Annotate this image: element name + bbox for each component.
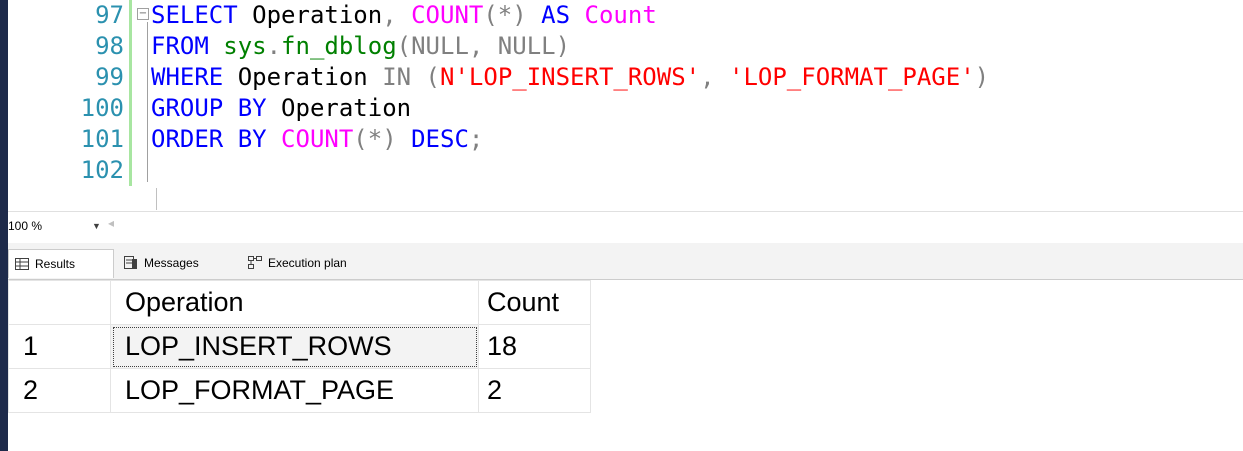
results-grid[interactable]: Operation Count 1 LOP_INSERT_ROWS 18 2 L… [8, 280, 591, 413]
code-line[interactable]: 99 WHERE Operation IN (N'LOP_INSERT_ROWS'… [8, 62, 1243, 93]
code-text: ORDER BY COUNT(*) DESC; [151, 125, 484, 153]
execution-plan-icon [248, 256, 262, 269]
change-marker [129, 62, 132, 93]
code-line[interactable]: 98 FROM sys.fn_dblog(NULL, NULL) [8, 31, 1243, 62]
tab-messages[interactable]: Messages [118, 250, 238, 276]
tab-results-label: Results [35, 257, 76, 271]
change-marker [129, 93, 132, 124]
messages-icon [124, 256, 137, 269]
count-cell[interactable]: 2 [478, 368, 591, 413]
chevron-down-icon: ▼ [92, 221, 101, 231]
tab-execution-plan[interactable]: Execution plan [242, 250, 392, 276]
grid-header-row: Operation Count [8, 280, 591, 325]
results-tab-strip: Results Messages Execution plan [8, 243, 1243, 280]
table-row[interactable]: 2 LOP_FORMAT_PAGE 2 [8, 368, 591, 413]
column-header-operation[interactable]: Operation [110, 280, 479, 325]
line-number: 100 [80, 94, 124, 122]
row-number[interactable]: 1 [8, 324, 111, 369]
change-marker [129, 0, 132, 31]
scroll-left-icon[interactable]: ◂ [108, 216, 114, 230]
code-text: GROUP BY Operation [151, 94, 412, 122]
tab-execution-plan-label: Execution plan [268, 256, 347, 270]
operation-cell[interactable]: LOP_INSERT_ROWS [110, 324, 479, 369]
count-cell[interactable]: 18 [478, 324, 591, 369]
change-marker [129, 31, 132, 62]
line-number: 97 [95, 1, 124, 29]
results-grid-panel[interactable]: Operation Count 1 LOP_INSERT_ROWS 18 2 L… [8, 280, 1243, 451]
change-marker [129, 155, 132, 186]
code-line[interactable]: 101 ORDER BY COUNT(*) DESC; [8, 124, 1243, 155]
zoom-dropdown[interactable]: 100 % ▼ [8, 216, 118, 236]
change-marker [129, 124, 132, 155]
line-number: 101 [80, 125, 124, 153]
line-number: 99 [95, 63, 124, 91]
row-number[interactable]: 2 [8, 368, 111, 413]
code-text: SELECT Operation, COUNT(*) AS Count [151, 1, 657, 29]
line-number: 102 [80, 156, 124, 184]
row-number-header[interactable] [8, 280, 111, 325]
editor-status-bar: 100 % ▼ ◂ [8, 211, 1243, 242]
code-text: WHERE Operation IN (N'LOP_INSERT_ROWS', … [151, 63, 990, 91]
tab-messages-label: Messages [144, 256, 199, 270]
code-line[interactable]: 97 SELECT Operation, COUNT(*) AS Count [8, 0, 1243, 31]
tab-results[interactable]: Results [8, 249, 114, 278]
code-text: FROM sys.fn_dblog(NULL, NULL) [151, 32, 571, 60]
code-line[interactable]: 100 GROUP BY Operation [8, 93, 1243, 124]
zoom-label: 100 % [8, 219, 43, 233]
column-header-count[interactable]: Count [478, 280, 591, 325]
left-frame-strip [0, 0, 8, 451]
line-number: 98 [95, 32, 124, 60]
grid-icon [15, 258, 29, 270]
table-row[interactable]: 1 LOP_INSERT_ROWS 18 [8, 324, 591, 369]
text-cursor [156, 188, 157, 210]
query-editor[interactable]: − 97 SELECT Operation, COUNT(*) AS Count 9… [8, 0, 1243, 211]
operation-cell[interactable]: LOP_FORMAT_PAGE [110, 368, 479, 413]
code-line[interactable]: 102 [8, 155, 1243, 186]
